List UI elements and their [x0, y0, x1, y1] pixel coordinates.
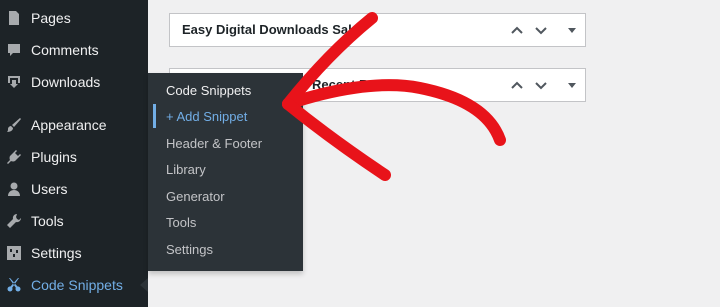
- flyout-item-library[interactable]: Library: [166, 160, 206, 180]
- settings-icon: [6, 245, 22, 261]
- postbox-title: Easy Digital Downloads Sal: [182, 22, 352, 37]
- flyout-title-code-snippets[interactable]: Code Snippets: [166, 81, 251, 101]
- sidebar-item-label: Code Snippets: [31, 277, 123, 293]
- sidebar-item-plugins[interactable]: Plugins: [0, 141, 148, 173]
- postbox-edd-sales-summary: Easy Digital Downloads Sal: [169, 13, 586, 47]
- chevron-down-icon[interactable]: [534, 78, 548, 92]
- code-snippets-icon: [6, 277, 22, 293]
- sidebar-item-label: Pages: [31, 10, 71, 26]
- sidebar-item-label: Comments: [31, 42, 99, 58]
- sidebar-item-settings[interactable]: Settings: [0, 237, 148, 269]
- chevron-up-icon[interactable]: [510, 78, 524, 92]
- chevron-up-icon[interactable]: [510, 23, 524, 37]
- sidebar-item-label: Tools: [31, 213, 64, 229]
- sidebar-item-label: Settings: [31, 245, 82, 261]
- flyout-item-add-snippet[interactable]: + Add Snippet: [166, 107, 247, 127]
- code-snippets-flyout-menu: Code Snippets + Add Snippet Header & Foo…: [148, 73, 303, 271]
- flyout-item-generator[interactable]: Generator: [166, 187, 225, 207]
- toggle-panel-icon[interactable]: [568, 83, 576, 88]
- sidebar-item-downloads[interactable]: Downloads: [0, 66, 148, 98]
- sidebar-item-label: Users: [31, 181, 68, 197]
- sidebar-item-label: Downloads: [31, 74, 101, 90]
- comments-icon: [6, 42, 22, 58]
- chevron-down-icon[interactable]: [534, 23, 548, 37]
- flyout-current-marker: [153, 104, 156, 128]
- sidebar-item-tools[interactable]: Tools: [0, 205, 148, 237]
- wrench-icon: [6, 213, 22, 229]
- pages-icon: [6, 10, 22, 26]
- admin-sidebar: Pages Comments Downloads Appearance Plug…: [0, 0, 148, 307]
- toggle-panel-icon[interactable]: [568, 28, 576, 33]
- plugin-icon: [6, 149, 22, 165]
- sidebar-item-label: Plugins: [31, 149, 77, 165]
- flyout-item-header-footer[interactable]: Header & Footer: [166, 134, 262, 154]
- flyout-item-tools[interactable]: Tools: [166, 213, 196, 233]
- paintbrush-icon: [6, 117, 22, 133]
- sidebar-item-users[interactable]: Users: [0, 173, 148, 205]
- sidebar-item-pages[interactable]: Pages: [0, 2, 148, 34]
- flyout-item-settings[interactable]: Settings: [166, 240, 213, 260]
- sidebar-item-code-snippets[interactable]: Code Snippets: [0, 269, 148, 301]
- user-icon: [6, 181, 22, 197]
- postbox-title: Recent Revie: [312, 77, 394, 92]
- sidebar-item-comments[interactable]: Comments: [0, 34, 148, 66]
- sidebar-item-appearance[interactable]: Appearance: [0, 109, 148, 141]
- sidebar-item-label: Appearance: [31, 117, 107, 133]
- active-menu-pointer: [140, 278, 148, 292]
- download-icon: [6, 74, 22, 90]
